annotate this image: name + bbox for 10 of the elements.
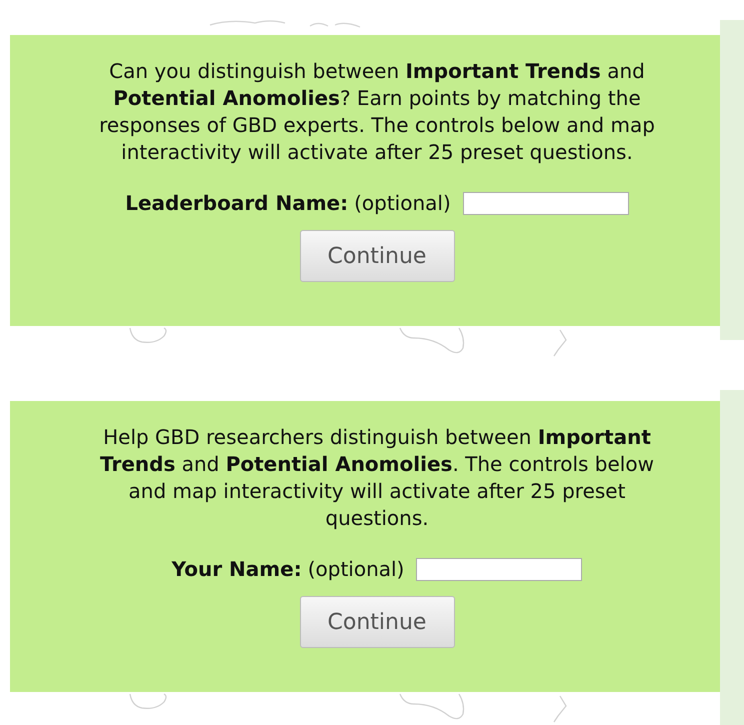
intro-text: Can you distinguish between Important Trends and Potential Anomolies? Earn points by matching the responses of GBD experts. The controls below and map interactivity will activate after 25 preset questions.: [98, 58, 656, 166]
intro-text: Help GBD researchers distinguish between Important Trends and Potential Anomolies. The controls below and map interactivity will activate after 25 preset questions.: [99, 424, 655, 532]
name-label: Your Name:: [172, 556, 302, 583]
name-field[interactable]: [462, 192, 629, 214]
name-field[interactable]: [416, 558, 582, 580]
name-label: Leaderboard Name:: [125, 190, 348, 217]
continue-button[interactable]: Continue: [300, 596, 454, 648]
optional-label: (optional): [354, 190, 451, 217]
optional-label: (optional): [308, 556, 404, 583]
continue-button[interactable]: Continue: [300, 230, 454, 282]
